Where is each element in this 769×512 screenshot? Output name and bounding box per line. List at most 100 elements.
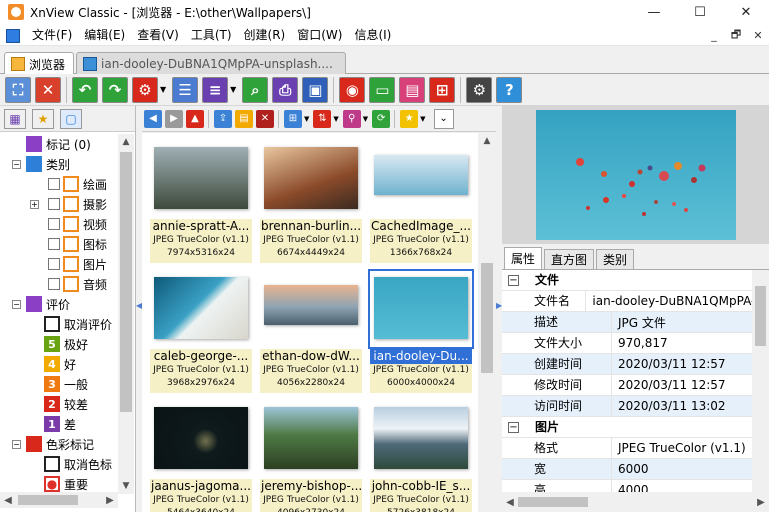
scrollbar-thumb[interactable] <box>481 263 493 373</box>
thumbnail-image[interactable] <box>154 407 248 469</box>
thumbnail-vertical-scrollbar[interactable]: ▲ <box>478 133 496 512</box>
scroll-right-icon[interactable]: ▶ <box>102 495 118 506</box>
thumbnail-item[interactable]: annie-spratt-A... JPEG TrueColor (v1.1) 79… <box>150 141 252 265</box>
tab-properties[interactable]: 属性 <box>504 247 543 269</box>
refresh-icon[interactable]: ⟳ <box>372 109 391 128</box>
tree-horizontal-scrollbar[interactable]: ◀ ▶ <box>0 492 118 508</box>
tree-item[interactable]: ● 重要 <box>0 474 118 494</box>
tree-item[interactable]: 绘画 <box>0 174 118 194</box>
forward-arrow-icon[interactable]: ▶ <box>165 109 183 128</box>
tree-item[interactable]: 2 较差 <box>0 394 118 414</box>
print-icon[interactable]: ⎙ <box>272 76 299 103</box>
tree-item[interactable]: − 类别 <box>0 154 118 174</box>
dropdown-arrow-icon[interactable]: ▼ <box>420 115 425 123</box>
expand-icon[interactable]: + <box>30 199 39 209</box>
scroll-down-icon[interactable]: ▼ <box>118 478 134 494</box>
list-view-icon[interactable]: ☰ <box>172 76 199 103</box>
thumbnail-image[interactable] <box>154 277 248 339</box>
tree-item[interactable]: 音频 <box>0 274 118 294</box>
dropdown-arrow-icon[interactable]: ▼ <box>304 115 309 123</box>
thumbnail-item[interactable]: caleb-george-... JPEG TrueColor (v1.1) 396… <box>150 271 252 395</box>
tab-categories[interactable]: 类别 <box>596 249 635 269</box>
category-checkbox[interactable] <box>48 198 60 210</box>
menu-tools[interactable]: 工具(T) <box>185 26 238 43</box>
sort-icon[interactable]: ⇅ <box>313 109 332 128</box>
menu-view[interactable]: 查看(V) <box>131 26 185 43</box>
thumbnail-image[interactable] <box>374 407 468 469</box>
tree-item[interactable]: 标记 (0) <box>0 134 118 154</box>
tree-item[interactable]: 视频 <box>0 214 118 234</box>
tree-vertical-scrollbar[interactable]: ▲ ▼ <box>118 134 134 494</box>
thumbnail-item[interactable]: ian-dooley-Du... JPEG TrueColor (v1.1) 600… <box>368 269 474 395</box>
document-icon[interactable] <box>4 27 22 43</box>
tab-image[interactable]: ian-dooley-DuBNA1QMpPA-unsplash.... <box>76 52 346 74</box>
category-checkbox[interactable] <box>48 258 60 270</box>
dropdown-arrow-icon[interactable]: ▼ <box>333 115 338 123</box>
minimize-button[interactable]: — <box>631 0 677 24</box>
favorites-star-icon[interactable]: ★ <box>32 108 54 129</box>
category-checkbox[interactable] <box>48 238 60 250</box>
filter-icon[interactable]: ⚲ <box>342 109 361 128</box>
tree-item[interactable]: 1差 <box>0 414 118 434</box>
category-checkbox[interactable] <box>48 218 60 230</box>
scroll-left-icon[interactable]: ◀ <box>0 495 16 506</box>
scroll-up-icon[interactable]: ▲ <box>478 133 496 149</box>
thumbnail-image[interactable] <box>264 147 358 209</box>
fullscreen-icon[interactable]: ⛶ <box>5 76 31 103</box>
help-icon[interactable]: ? <box>496 76 523 103</box>
collapse-icon[interactable]: − <box>12 439 21 449</box>
properties-horizontal-scrollbar[interactable]: ◀ ▶ <box>502 492 769 512</box>
contact-sheet-icon[interactable]: ⊞ <box>429 76 456 103</box>
move-to-icon[interactable]: ▤ <box>235 109 253 128</box>
tree-item[interactable]: 图标 <box>0 234 118 254</box>
dropdown-arrow-icon[interactable]: ▼ <box>230 85 236 94</box>
menu-info[interactable]: 信息(I) <box>348 26 397 43</box>
tab-browser[interactable]: 浏览器 <box>4 52 74 75</box>
scrollbar-thumb[interactable] <box>120 152 132 412</box>
tree-item[interactable]: 图片 <box>0 254 118 274</box>
back-arrow-icon[interactable]: ◀ <box>144 109 162 128</box>
menu-edit[interactable]: 编辑(E) <box>78 26 131 43</box>
folder-tree-icon[interactable]: ▢ <box>60 108 82 129</box>
tree-item[interactable]: 取消评价 <box>0 314 118 334</box>
thumbnail-image[interactable] <box>264 285 358 325</box>
tree-item[interactable]: 取消色标 <box>0 454 118 474</box>
search-icon[interactable]: ⌕ <box>242 76 269 103</box>
thumbnail-item[interactable]: brennan-burlin... JPEG TrueColor (v1.1) 66… <box>260 141 362 265</box>
more-options-button[interactable]: ⌄ <box>433 108 454 129</box>
catalog-icon[interactable]: ▦ <box>4 108 26 129</box>
tab-histogram[interactable]: 直方图 <box>544 249 595 269</box>
convert-icon[interactable]: ⚙ <box>132 76 158 103</box>
collapse-icon[interactable]: − <box>12 159 21 169</box>
tree-item[interactable]: + 摄影 <box>0 194 118 214</box>
close-image-icon[interactable]: ✕ <box>35 76 61 103</box>
collapse-icon[interactable]: − <box>508 274 519 286</box>
scroll-left-icon[interactable]: ◀ <box>502 497 518 508</box>
menu-create[interactable]: 创建(R) <box>238 26 292 43</box>
category-checkbox[interactable] <box>48 278 60 290</box>
tree-item[interactable]: 5 极好 <box>0 334 118 354</box>
tree-item[interactable]: 4好 <box>0 354 118 374</box>
tree-item[interactable]: − 色彩标记 <box>0 434 118 454</box>
scroll-right-icon[interactable]: ▶ <box>753 497 769 508</box>
camera-icon[interactable]: ◉ <box>339 76 366 103</box>
thumbnail-item[interactable]: john-cobb-IE_s... JPEG TrueColor (v1.1) 57… <box>370 401 472 512</box>
web-page-icon[interactable]: ▤ <box>399 76 426 103</box>
rotate-right-icon[interactable]: ↷ <box>102 76 128 103</box>
scroll-up-icon[interactable]: ▲ <box>118 134 134 150</box>
thumbnail-item[interactable]: CachedImage_... JPEG TrueColor (v1.1) 1366… <box>370 141 472 265</box>
thumbnail-item[interactable]: jeremy-bishop-... JPEG TrueColor (v1.1) 40… <box>260 401 362 512</box>
collapse-icon[interactable]: − <box>508 421 519 433</box>
tree-item[interactable]: 3 一般 <box>0 374 118 394</box>
category-checkbox[interactable] <box>48 178 60 190</box>
properties-vertical-scrollbar[interactable] <box>752 270 769 492</box>
mdi-minimize-button[interactable]: _ <box>703 29 725 42</box>
thumbnail-item[interactable]: ethan-dow-dW... JPEG TrueColor (v1.1) 4056… <box>260 271 362 395</box>
mdi-close-button[interactable]: ✕ <box>747 29 769 42</box>
view-mode-icon[interactable]: ⊞ <box>284 109 302 128</box>
dropdown-arrow-icon[interactable]: ▼ <box>363 115 368 123</box>
tree-item[interactable]: − 评价 <box>0 294 118 314</box>
thumbnail-image[interactable] <box>374 155 468 195</box>
collapse-icon[interactable]: − <box>12 299 21 309</box>
dropdown-arrow-icon[interactable]: ▼ <box>160 85 166 94</box>
